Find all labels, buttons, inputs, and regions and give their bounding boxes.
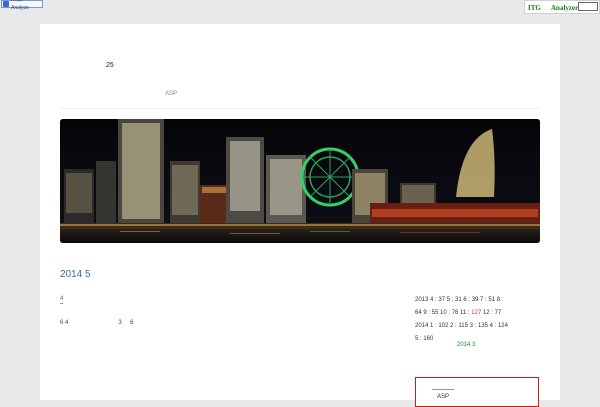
ninja-analyze-label: Ninja Analyze xyxy=(11,0,29,11)
analyzer-label: Analyzer xyxy=(551,4,579,12)
widget-asp-label[interactable]: ASP xyxy=(437,394,449,400)
archive-row[interactable]: 2014 1 : 102 2 : 115 3 : 135 4 : 124 xyxy=(415,320,545,333)
asp-widget-box: ASP xyxy=(415,377,539,407)
archive-row-part: 12 : 77 xyxy=(481,310,502,316)
archive-highlight: 127 xyxy=(471,310,482,316)
header-banner-image xyxy=(60,119,540,243)
widget-divider xyxy=(432,389,454,390)
post-title[interactable]: 2014 5 xyxy=(60,269,91,280)
post-link[interactable]: 4 xyxy=(60,296,64,304)
blog-count: 25 xyxy=(106,62,114,69)
header-divider xyxy=(60,108,540,109)
archive-more-link[interactable]: 2014 3 xyxy=(457,342,475,348)
post-text: 6 4 3 6 xyxy=(60,320,134,326)
badge-box xyxy=(578,2,598,11)
archive-list: 2013 4 : 37 5 : 31 6 : 39 7 : 51 8 : 64 … xyxy=(415,294,545,346)
blog-page: 25 ASP 2014 5 4 6 4 3 6 2013 4: 37 5: … xyxy=(40,24,560,407)
nav-item-asp[interactable]: ASP xyxy=(165,91,177,97)
night-skyline-graphic xyxy=(60,119,540,243)
itg-analyzer-badge[interactable]: ITG Analyzer xyxy=(524,0,600,14)
archive-row[interactable]: 64 9 : 55 10 : 76 11 : 127 12 : 77 xyxy=(415,307,545,320)
archive-row-part: 64 9 : 55 10 : 76 11 : xyxy=(415,310,472,316)
archive-row[interactable]: 5 : 160 xyxy=(415,333,545,346)
analyze-icon xyxy=(3,1,9,7)
itg-label: ITG xyxy=(528,4,541,12)
ninja-analyze-button[interactable]: Ninja Analyze xyxy=(1,0,43,11)
archive-row[interactable]: 2013 4 : 37 5 : 31 6 : 39 7 : 51 8 : xyxy=(415,294,545,307)
